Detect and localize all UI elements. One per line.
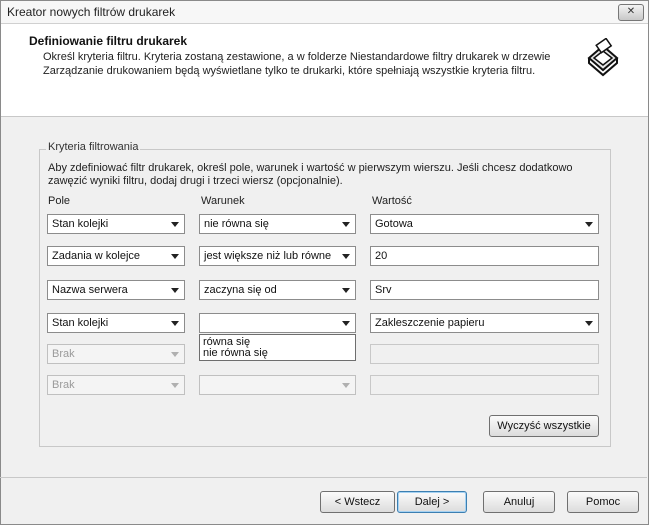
field-value: Zadania w kolejce bbox=[52, 250, 141, 262]
chevron-down-icon bbox=[585, 222, 593, 227]
condition-dropdown-list: równa się nie równa się bbox=[199, 334, 356, 361]
window-title: Kreator nowych filtrów drukarek bbox=[7, 5, 176, 19]
value-select-4[interactable]: Zakleszczenie papieru bbox=[370, 313, 599, 333]
chevron-down-icon bbox=[342, 321, 350, 326]
dropdown-option-not-equals[interactable]: nie równa się bbox=[203, 347, 268, 359]
chevron-down-icon bbox=[585, 321, 593, 326]
value-text: 20 bbox=[375, 250, 388, 262]
value-select-1[interactable]: Gotowa bbox=[370, 214, 599, 234]
condition-select-4[interactable] bbox=[199, 313, 356, 333]
condition-value: zaczyna się od bbox=[204, 284, 277, 296]
field-value: Brak bbox=[52, 348, 75, 360]
field-value: Stan kolejki bbox=[52, 317, 109, 329]
field-value: Stan kolejki bbox=[52, 218, 109, 230]
value-value: Zakleszczenie papieru bbox=[375, 317, 485, 329]
chevron-down-icon bbox=[171, 321, 179, 326]
condition-value: nie równa się bbox=[204, 218, 269, 230]
value-input-3[interactable]: Srv bbox=[370, 280, 599, 300]
chevron-down-icon bbox=[342, 222, 350, 227]
field-select-3[interactable]: Nazwa serwera bbox=[47, 280, 185, 300]
value-text: Srv bbox=[375, 284, 392, 296]
column-header-value: Wartość bbox=[372, 195, 412, 207]
field-select-4[interactable]: Stan kolejki bbox=[47, 313, 185, 333]
wizard-header: Definiowanie filtru drukarek Określ kryt… bbox=[1, 24, 648, 117]
chevron-down-icon bbox=[171, 222, 179, 227]
field-select-1[interactable]: Stan kolejki bbox=[47, 214, 185, 234]
field-value: Brak bbox=[52, 379, 75, 391]
next-button[interactable]: Dalej > bbox=[397, 491, 467, 513]
chevron-down-icon bbox=[342, 254, 350, 259]
condition-select-1[interactable]: nie równa się bbox=[199, 214, 356, 234]
clear-all-button[interactable]: Wyczyść wszystkie bbox=[489, 415, 599, 437]
value-input-6[interactable] bbox=[370, 375, 599, 395]
field-select-5[interactable]: Brak bbox=[47, 344, 185, 364]
title-bar: Kreator nowych filtrów drukarek ✕ bbox=[1, 1, 648, 24]
group-label: Kryteria filtrowania bbox=[46, 141, 141, 153]
column-header-condition: Warunek bbox=[201, 195, 245, 207]
back-button[interactable]: < Wstecz bbox=[320, 491, 395, 513]
value-value: Gotowa bbox=[375, 218, 413, 230]
printer-icon bbox=[584, 38, 622, 77]
close-button[interactable]: ✕ bbox=[618, 4, 644, 21]
condition-select-6[interactable] bbox=[199, 375, 356, 395]
chevron-down-icon bbox=[171, 352, 179, 357]
condition-select-3[interactable]: zaczyna się od bbox=[199, 280, 356, 300]
value-input-5[interactable] bbox=[370, 344, 599, 364]
field-select-2[interactable]: Zadania w kolejce bbox=[47, 246, 185, 266]
chevron-down-icon bbox=[171, 288, 179, 293]
chevron-down-icon bbox=[171, 254, 179, 259]
condition-select-2[interactable]: jest większe niż lub równe bbox=[199, 246, 356, 266]
chevron-down-icon bbox=[342, 383, 350, 388]
page-title: Definiowanie filtru drukarek bbox=[29, 34, 188, 48]
cancel-button[interactable]: Anuluj bbox=[483, 491, 555, 513]
chevron-down-icon bbox=[342, 288, 350, 293]
condition-value: jest większe niż lub równe bbox=[204, 250, 332, 262]
footer-divider bbox=[0, 477, 647, 478]
field-select-6[interactable]: Brak bbox=[47, 375, 185, 395]
help-button[interactable]: Pomoc bbox=[567, 491, 639, 513]
page-description: Określ kryteria filtru. Kryteria zostaną… bbox=[43, 51, 551, 77]
value-input-2[interactable]: 20 bbox=[370, 246, 599, 266]
instructions-text: Aby zdefiniować filtr drukarek, określ p… bbox=[48, 162, 573, 187]
field-value: Nazwa serwera bbox=[52, 284, 128, 296]
column-header-field: Pole bbox=[48, 195, 71, 207]
chevron-down-icon bbox=[171, 383, 179, 388]
